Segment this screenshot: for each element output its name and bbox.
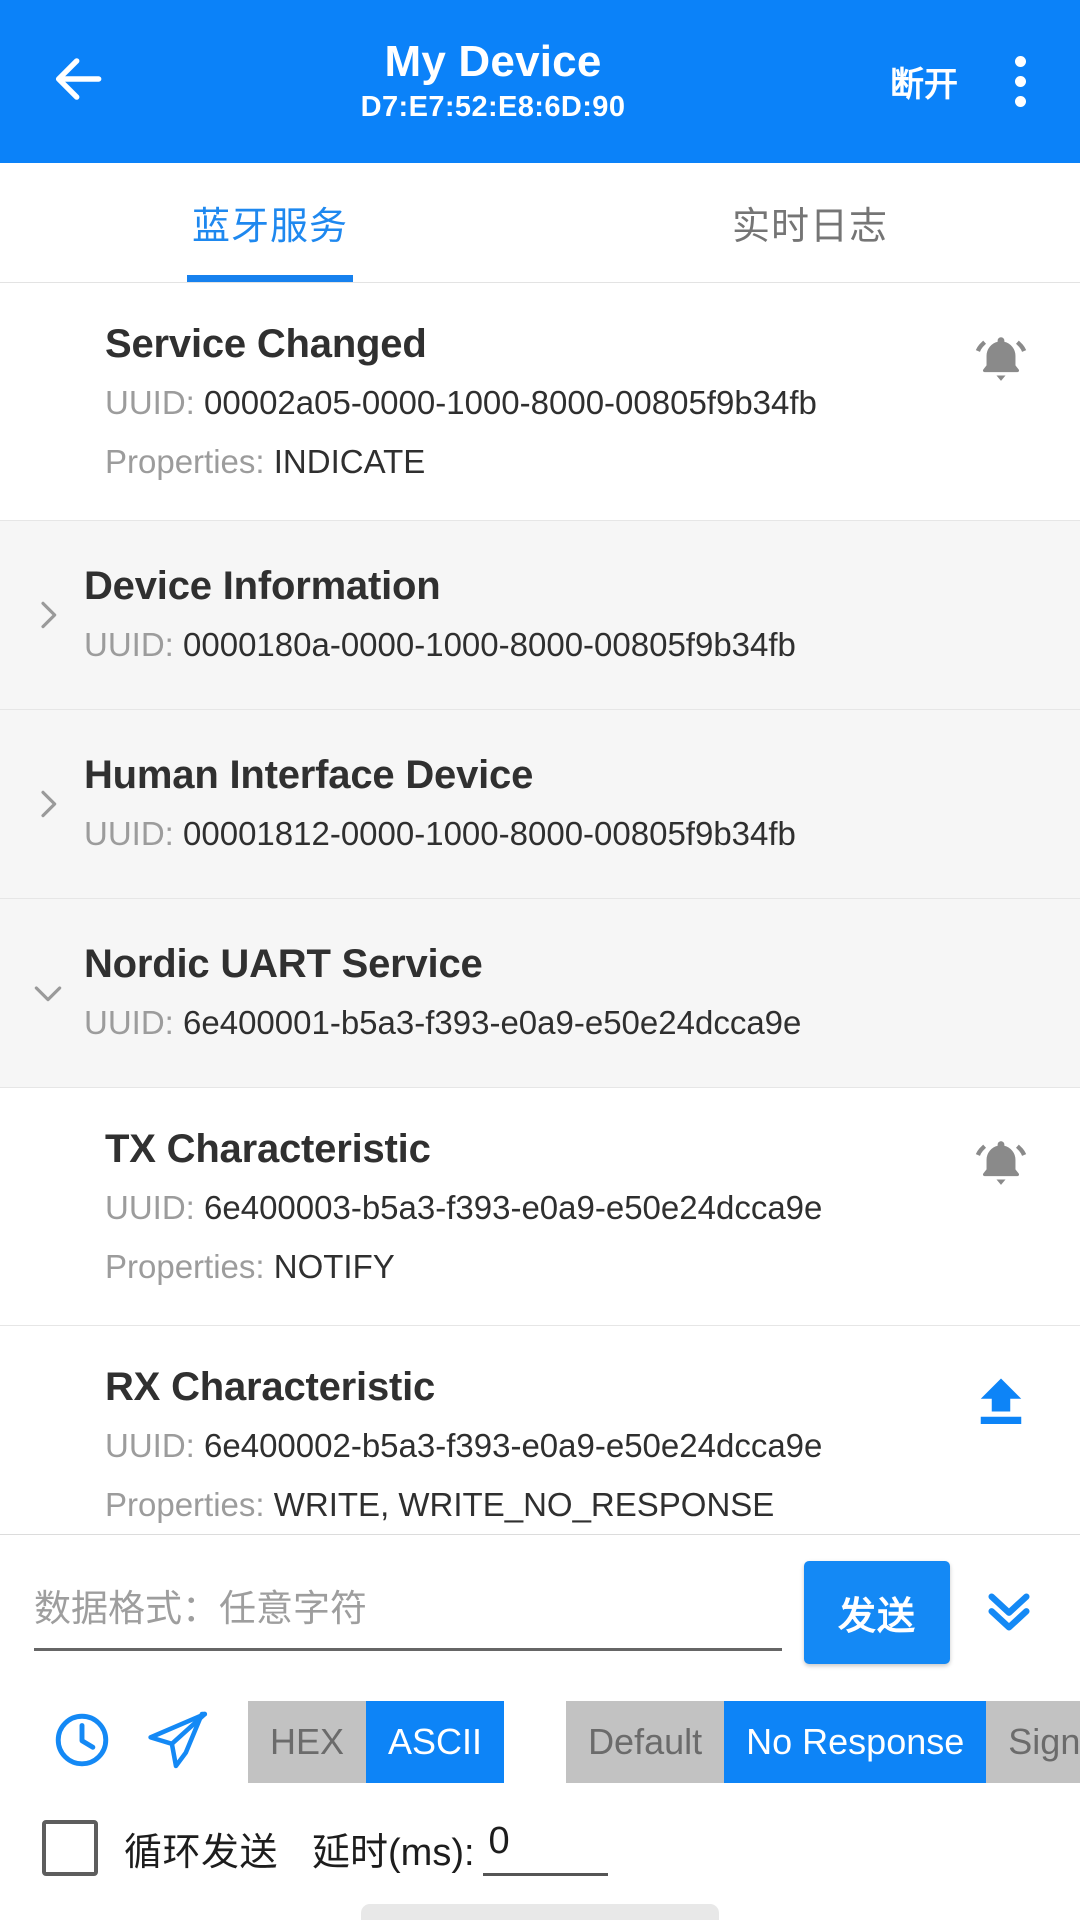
app-bar-titles: My Device D7:E7:52:E8:6D:90 bbox=[106, 38, 880, 126]
notify-toggle-button[interactable] bbox=[962, 323, 1040, 401]
list-item[interactable]: TX Characteristic UUID: 6e400003-b5a3-f3… bbox=[0, 1087, 1080, 1326]
page-title: My Device bbox=[384, 36, 602, 86]
device-services-screen: My Device D7:E7:52:E8:6D:90 断开 蓝牙服务 实时日志… bbox=[0, 0, 1080, 1920]
upload-icon bbox=[971, 1372, 1031, 1437]
characteristic-uuid-line: UUID: 00002a05-0000-1000-8000-00805f9b34… bbox=[105, 379, 962, 427]
history-button[interactable] bbox=[34, 1694, 130, 1790]
properties-value: NOTIFY bbox=[273, 1248, 395, 1285]
tab-bar: 蓝牙服务 实时日志 bbox=[0, 163, 1080, 283]
uuid-value: 6e400002-b5a3-f393-e0a9-e50e24dcca9e bbox=[204, 1427, 823, 1465]
bell-ringing-icon bbox=[970, 1133, 1032, 1200]
uuid-value: 00001812-0000-1000-8000-00805f9b34fb bbox=[183, 815, 796, 853]
list-item-content: RX Characteristic UUID: 6e400002-b5a3-f3… bbox=[105, 1364, 962, 1529]
quick-send-button[interactable] bbox=[130, 1694, 226, 1790]
data-format-toggle-group[interactable]: HEX ASCII bbox=[248, 1701, 505, 1783]
tab-label: 蓝牙服务 bbox=[191, 206, 348, 248]
app-bar: My Device D7:E7:52:E8:6D:90 断开 bbox=[0, 0, 1080, 163]
format-option-hex[interactable]: HEX bbox=[248, 1701, 367, 1783]
chevron-down-icon bbox=[26, 971, 70, 1015]
bottom-sheet-handle bbox=[0, 1876, 1080, 1920]
tab-bluetooth-services[interactable]: 蓝牙服务 bbox=[0, 163, 540, 282]
clock-icon bbox=[51, 1709, 113, 1776]
delay-input[interactable] bbox=[482, 1820, 608, 1876]
disconnect-button[interactable]: 断开 bbox=[880, 43, 968, 120]
list-item-content: Human Interface Device UUID: 00001812-00… bbox=[84, 752, 1040, 858]
characteristic-title: RX Characteristic bbox=[105, 1364, 436, 1409]
write-button[interactable] bbox=[962, 1366, 1040, 1444]
send-panel: 发送 bbox=[0, 1534, 1080, 1920]
chevron-right-icon bbox=[26, 782, 70, 826]
characteristic-properties-line: Properties: INDICATE bbox=[105, 438, 962, 486]
properties-label: Properties: bbox=[105, 1248, 265, 1285]
bell-ringing-icon bbox=[970, 329, 1032, 396]
tab-label: 实时日志 bbox=[731, 206, 888, 248]
loop-send-label: 循环发送 bbox=[124, 1831, 279, 1874]
uuid-value: 6e400003-b5a3-f393-e0a9-e50e24dcca9e bbox=[204, 1189, 823, 1227]
uuid-value: 00002a05-0000-1000-8000-00805f9b34fb bbox=[204, 384, 817, 422]
loop-send-checkbox[interactable] bbox=[42, 1820, 98, 1876]
list-item[interactable]: RX Characteristic UUID: 6e400002-b5a3-f3… bbox=[0, 1325, 1080, 1534]
list-item[interactable]: Device Information UUID: 0000180a-0000-1… bbox=[0, 520, 1080, 710]
send-button[interactable]: 发送 bbox=[803, 1561, 950, 1664]
characteristic-title: Service Changed bbox=[105, 322, 427, 366]
uuid-value: 0000180a-0000-1000-8000-00805f9b34fb bbox=[183, 626, 796, 664]
write-type-option-no-response[interactable]: No Response bbox=[724, 1701, 987, 1783]
write-type-toggle-group[interactable]: Default No Response Signed bbox=[566, 1701, 1080, 1783]
format-option-ascii[interactable]: ASCII bbox=[366, 1701, 505, 1783]
characteristic-properties-line: Properties: WRITE, WRITE_NO_RESPONSE bbox=[105, 1481, 962, 1529]
uuid-label: UUID: bbox=[84, 815, 174, 853]
uuid-value: 6e400001-b5a3-f393-e0a9-e50e24dcca9e bbox=[183, 1004, 802, 1042]
chevron-right-icon bbox=[26, 593, 70, 637]
expand-panel-button[interactable] bbox=[964, 1568, 1054, 1658]
list-item[interactable]: Nordic UART Service UUID: 6e400001-b5a3-… bbox=[0, 898, 1080, 1088]
uuid-label: UUID: bbox=[84, 1004, 174, 1042]
data-input[interactable] bbox=[34, 1574, 782, 1651]
send-toolbar: HEX ASCII Default No Response Signed bbox=[0, 1672, 1080, 1804]
characteristic-title: TX Characteristic bbox=[105, 1126, 431, 1171]
characteristic-properties-line: Properties: NOTIFY bbox=[105, 1243, 962, 1291]
device-address: D7:E7:52:E8:6D:90 bbox=[360, 91, 626, 124]
chevron-double-down-icon bbox=[977, 1578, 1041, 1647]
properties-label: Properties: bbox=[105, 1485, 265, 1523]
uuid-label: UUID: bbox=[105, 1427, 195, 1465]
tab-realtime-log[interactable]: 实时日志 bbox=[540, 163, 1080, 282]
loop-send-row: 循环发送 延时(ms): bbox=[0, 1804, 1080, 1876]
write-type-option-default[interactable]: Default bbox=[566, 1701, 725, 1783]
list-item-content: Device Information UUID: 0000180a-0000-1… bbox=[84, 563, 1040, 669]
service-title: Device Information bbox=[84, 563, 441, 608]
characteristic-uuid-line: UUID: 6e400002-b5a3-f393-e0a9-e50e24dcca… bbox=[105, 1422, 962, 1470]
characteristic-uuid-line: UUID: 6e400003-b5a3-f393-e0a9-e50e24dcca… bbox=[105, 1184, 962, 1232]
uuid-label: UUID: bbox=[84, 626, 174, 664]
properties-value: INDICATE bbox=[273, 443, 426, 481]
list-item[interactable]: Human Interface Device UUID: 00001812-00… bbox=[0, 709, 1080, 899]
uuid-label: UUID: bbox=[105, 1189, 195, 1227]
handle-pill bbox=[361, 1904, 719, 1920]
overflow-menu-button[interactable] bbox=[990, 34, 1050, 130]
uuid-label: UUID: bbox=[105, 384, 195, 422]
list-item-content: TX Characteristic UUID: 6e400003-b5a3-f3… bbox=[105, 1126, 962, 1291]
send-input-row: 发送 bbox=[0, 1535, 1080, 1672]
service-title: Human Interface Device bbox=[84, 752, 534, 797]
properties-value: WRITE, WRITE_NO_RESPONSE bbox=[273, 1485, 775, 1523]
service-list[interactable]: Service Changed UUID: 00002a05-0000-1000… bbox=[0, 283, 1080, 1534]
notify-toggle-button[interactable] bbox=[962, 1128, 1040, 1206]
list-item-content: Nordic UART Service UUID: 6e400001-b5a3-… bbox=[84, 941, 1040, 1047]
service-uuid-line: UUID: 6e400001-b5a3-f393-e0a9-e50e24dcca… bbox=[84, 999, 1040, 1047]
delay-label: 延时(ms): bbox=[312, 1831, 475, 1874]
write-type-option-signed[interactable]: Signed bbox=[986, 1701, 1080, 1783]
service-title: Nordic UART Service bbox=[84, 941, 483, 986]
paper-plane-icon bbox=[143, 1705, 213, 1780]
list-item[interactable]: Service Changed UUID: 00002a05-0000-1000… bbox=[0, 283, 1080, 521]
arrow-left-icon bbox=[47, 48, 109, 115]
service-uuid-line: UUID: 0000180a-0000-1000-8000-00805f9b34… bbox=[84, 621, 1040, 669]
properties-label: Properties: bbox=[105, 443, 265, 481]
service-uuid-line: UUID: 00001812-0000-1000-8000-00805f9b34… bbox=[84, 810, 1040, 858]
list-item-content: Service Changed UUID: 00002a05-0000-1000… bbox=[105, 321, 962, 486]
